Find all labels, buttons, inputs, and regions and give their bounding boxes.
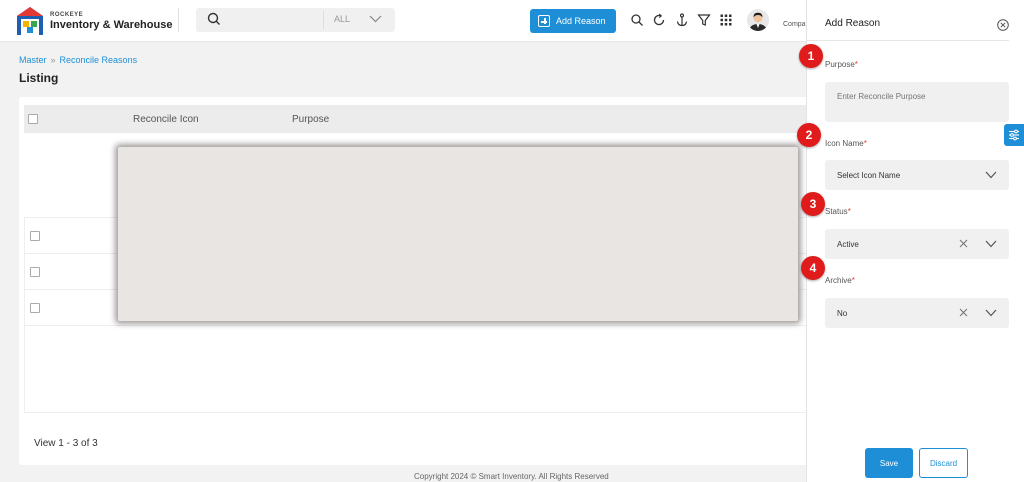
- clear-icon[interactable]: [959, 239, 968, 248]
- close-icon[interactable]: [997, 19, 1009, 31]
- discard-button[interactable]: Discard: [919, 448, 968, 478]
- clear-icon[interactable]: [959, 308, 968, 317]
- add-reason-button[interactable]: Add Reason: [530, 9, 616, 33]
- sliders-icon: [1009, 129, 1019, 141]
- filter-funnel-icon[interactable]: [697, 13, 711, 27]
- breadcrumb: Master» Reconcile Reasons: [19, 55, 137, 65]
- step-marker-1: 1: [799, 44, 823, 68]
- brand-tagline: ROCKEYE: [50, 12, 84, 18]
- global-search[interactable]: ALL: [196, 8, 395, 32]
- status-label: Status*: [825, 207, 851, 216]
- step-marker-3: 3: [801, 192, 825, 216]
- search-scope-select[interactable]: ALL: [334, 14, 350, 24]
- select-all-checkbox[interactable]: [28, 114, 38, 124]
- search-icon[interactable]: [630, 13, 644, 27]
- refresh-icon[interactable]: [652, 13, 666, 27]
- page-title: Listing: [19, 71, 59, 85]
- row-checkbox[interactable]: [30, 303, 40, 313]
- add-reason-panel: Add Reason Purpose* Icon Name* Select Ic…: [806, 0, 1024, 482]
- search-icon[interactable]: [207, 12, 221, 26]
- archive-label: Archive*: [825, 276, 855, 285]
- avatar[interactable]: [747, 9, 769, 31]
- table-header: Reconcile Icon Purpose: [24, 105, 819, 133]
- chevron-down-icon[interactable]: [985, 309, 997, 317]
- archive-value: No: [837, 309, 848, 318]
- step-marker-4: 4: [801, 256, 825, 280]
- column-header-reconcile-icon[interactable]: Reconcile Icon: [133, 114, 199, 125]
- chevron-down-icon[interactable]: [985, 240, 997, 248]
- footer-copyright: Copyright 2024 © Smart Inventory. All Ri…: [414, 472, 609, 481]
- header-divider: [178, 8, 179, 32]
- chevron-down-icon[interactable]: [369, 14, 382, 24]
- icon-name-value: Select Icon Name: [837, 171, 901, 180]
- row-checkbox[interactable]: [30, 267, 40, 277]
- required-mark: *: [863, 139, 867, 148]
- redacted-overlay: [118, 147, 798, 321]
- icon-name-select[interactable]: Select Icon Name: [825, 160, 1009, 190]
- purpose-textarea[interactable]: [825, 82, 1009, 122]
- anchor-icon[interactable]: [675, 13, 689, 27]
- required-mark: *: [854, 60, 858, 69]
- plus-icon: [538, 15, 550, 27]
- required-mark: *: [851, 276, 855, 285]
- save-button[interactable]: Save: [865, 448, 913, 478]
- add-reason-label: Add Reason: [556, 16, 606, 26]
- archive-select[interactable]: No: [825, 298, 1009, 328]
- user-avatar-icon: [747, 9, 769, 31]
- purpose-label: Purpose*: [825, 60, 858, 69]
- pagination-summary: View 1 - 3 of 3: [34, 438, 98, 449]
- filter-settings-tab[interactable]: [1004, 124, 1024, 146]
- company-label[interactable]: Compa: [783, 21, 806, 28]
- step-marker-2: 2: [797, 123, 821, 147]
- icon-name-label: Icon Name*: [825, 139, 867, 148]
- chevron-down-icon[interactable]: [985, 171, 997, 179]
- search-divider: [323, 11, 324, 29]
- breadcrumb-current[interactable]: Reconcile Reasons: [60, 55, 138, 65]
- column-header-purpose[interactable]: Purpose: [292, 114, 329, 125]
- status-value: Active: [837, 240, 859, 249]
- brand-name: Inventory & Warehouse: [50, 19, 173, 31]
- row-checkbox[interactable]: [30, 231, 40, 241]
- breadcrumb-master-link[interactable]: Master: [19, 55, 47, 65]
- panel-title: Add Reason: [825, 18, 881, 29]
- panel-divider: [807, 40, 1009, 41]
- warehouse-logo-icon: [17, 7, 43, 35]
- status-select[interactable]: Active: [825, 229, 1009, 259]
- breadcrumb-separator-icon: »: [50, 55, 56, 65]
- required-mark: *: [847, 207, 851, 216]
- apps-grid-icon[interactable]: [719, 13, 733, 27]
